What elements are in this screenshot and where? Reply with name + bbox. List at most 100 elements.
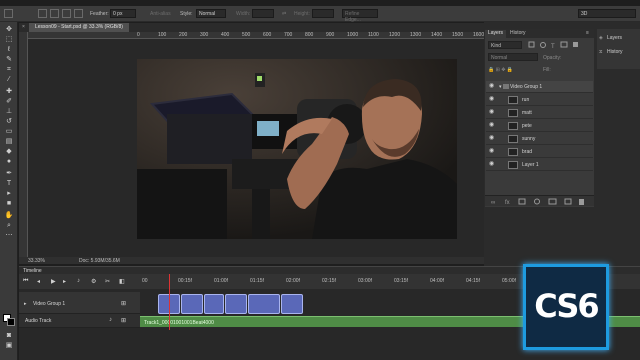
- gradient-tool-icon[interactable]: ▤: [4, 138, 14, 146]
- ruler-tick-label: 300: [200, 32, 209, 38]
- quick-mask-icon[interactable]: ◙: [4, 332, 14, 340]
- layer-row[interactable]: ◉ Layer 1: [486, 159, 593, 171]
- render-settings-icon[interactable]: ⚙: [91, 278, 96, 285]
- timeline-time-label: 00:15f: [178, 278, 192, 284]
- more-tools-icon[interactable]: ⋯: [4, 232, 14, 240]
- healing-brush-tool-icon[interactable]: ✚: [4, 88, 14, 96]
- workspace-select[interactable]: 3D: [578, 9, 636, 18]
- visibility-eye-icon[interactable]: ◉: [489, 122, 495, 128]
- video-clip[interactable]: [204, 294, 224, 314]
- zoom-level[interactable]: 33.33%: [28, 258, 45, 264]
- marquee-tool-icon[interactable]: [4, 9, 13, 18]
- playhead[interactable]: [169, 274, 170, 330]
- layers-panel-button[interactable]: ◈ Layers: [599, 35, 639, 46]
- subtract-selection-icon[interactable]: [62, 9, 71, 18]
- fill-label: Fill:: [543, 67, 551, 73]
- style-select[interactable]: Normal: [196, 9, 226, 18]
- ruler-tick-label: 200: [179, 32, 188, 38]
- clone-stamp-tool-icon[interactable]: ⊥: [4, 108, 14, 116]
- blur-tool-icon[interactable]: ◆: [4, 148, 14, 156]
- ruler-tick-label: 1100: [368, 32, 379, 38]
- split-clip-icon[interactable]: ✂: [105, 278, 110, 285]
- anti-alias-checkbox[interactable]: Anti-alias: [150, 11, 171, 17]
- svg-text:∞: ∞: [491, 200, 495, 206]
- tab-layers[interactable]: Layers: [485, 30, 507, 38]
- audio-track-header[interactable]: Audio Track ♪ ⊞: [19, 314, 140, 328]
- new-selection-icon[interactable]: [38, 9, 47, 18]
- lock-icons[interactable]: 🔒 ⊞ ✥ 🔒: [488, 67, 513, 73]
- video-clip[interactable]: [225, 294, 247, 314]
- dodge-tool-icon[interactable]: ●: [4, 158, 14, 166]
- pen-tool-icon[interactable]: ✒: [4, 170, 14, 178]
- filter-kind-select[interactable]: Kind: [488, 41, 522, 49]
- audio-options-icon[interactable]: ⊞: [121, 317, 126, 324]
- rectangle-tool-icon[interactable]: ■: [4, 200, 14, 208]
- layer-row[interactable]: ◉ matt: [486, 107, 593, 119]
- video-clip[interactable]: [281, 294, 303, 314]
- history-brush-tool-icon[interactable]: ↺: [4, 118, 14, 126]
- eyedropper-tool-icon[interactable]: ⁄: [4, 76, 14, 84]
- layer-row[interactable]: ◉ pete: [486, 120, 593, 132]
- collapsed-panels: ◈ Layers ⧖ History: [597, 29, 640, 69]
- ruler-tick-label: 500: [242, 32, 251, 38]
- refine-edge-button[interactable]: Refine Edge...: [342, 9, 378, 23]
- audio-icon[interactable]: ♪: [77, 278, 80, 284]
- tab-history[interactable]: History: [507, 30, 529, 38]
- visibility-eye-icon[interactable]: ◉: [489, 83, 495, 89]
- history-panel-button[interactable]: ⧖ History: [599, 49, 639, 60]
- visibility-eye-icon[interactable]: ◉: [489, 109, 495, 115]
- feather-input[interactable]: 0 px: [110, 9, 136, 18]
- layer-thumbnail: [508, 96, 518, 104]
- close-tab-icon[interactable]: ×: [22, 24, 25, 30]
- next-frame-icon[interactable]: ▸: [63, 278, 66, 285]
- width-input[interactable]: [252, 9, 274, 18]
- folder-icon: [503, 84, 509, 89]
- layer-row[interactable]: ◉ sunny: [486, 133, 593, 145]
- move-tool-icon[interactable]: ✥: [4, 26, 14, 34]
- intersect-selection-icon[interactable]: [74, 9, 83, 18]
- ruler-tick-label: 800: [305, 32, 314, 38]
- document-image[interactable]: [137, 59, 457, 239]
- filter-type-icons[interactable]: T: [525, 41, 591, 50]
- swap-icon[interactable]: ⇄: [282, 11, 286, 17]
- blend-mode-select[interactable]: Normal: [488, 53, 538, 61]
- ruler-tick-label: 900: [326, 32, 335, 38]
- visibility-eye-icon[interactable]: ◉: [489, 148, 495, 154]
- go-to-first-frame-icon[interactable]: ⏮: [23, 278, 28, 285]
- visibility-eye-icon[interactable]: ◉: [489, 96, 495, 102]
- layer-group-row[interactable]: ◉ ▾ Video Group 1: [486, 81, 593, 93]
- background-color-swatch[interactable]: [7, 318, 15, 326]
- zoom-tool-icon[interactable]: ⌕: [4, 222, 14, 230]
- transition-icon[interactable]: ◧: [119, 278, 125, 285]
- doc-size-info[interactable]: Doc: 5.93M/35.6M: [79, 258, 120, 264]
- type-tool-icon[interactable]: T: [4, 180, 14, 188]
- height-input[interactable]: [312, 9, 334, 18]
- group-expand-icon[interactable]: ▾: [499, 84, 502, 90]
- track-expand-icon[interactable]: ▸: [24, 301, 27, 307]
- play-icon[interactable]: ▶: [51, 278, 56, 285]
- lasso-tool-icon[interactable]: ℓ: [4, 46, 14, 54]
- crop-tool-icon[interactable]: ⌗: [4, 66, 14, 74]
- path-select-tool-icon[interactable]: ▸: [4, 190, 14, 198]
- video-track-header[interactable]: ▸ Video Group 1 ⊞: [19, 292, 140, 314]
- timeline-time-label: 04:00f: [430, 278, 444, 284]
- video-clip[interactable]: [248, 294, 280, 314]
- track-options-icon[interactable]: ⊞: [121, 300, 126, 307]
- mute-icon[interactable]: ♪: [109, 317, 112, 323]
- layer-row[interactable]: ◉ run: [486, 94, 593, 106]
- previous-frame-icon[interactable]: ◂: [37, 278, 40, 285]
- marquee-tool-icon[interactable]: ⬚: [4, 36, 14, 44]
- eraser-tool-icon[interactable]: ▭: [4, 128, 14, 136]
- brush-tool-icon[interactable]: ✐: [4, 98, 14, 106]
- panel-menu-icon[interactable]: ≡: [583, 30, 592, 38]
- visibility-eye-icon[interactable]: ◉: [489, 135, 495, 141]
- layer-row[interactable]: ◉ brad: [486, 146, 593, 158]
- add-selection-icon[interactable]: [50, 9, 59, 18]
- video-clip[interactable]: [181, 294, 203, 314]
- hand-tool-icon[interactable]: ✋: [4, 212, 14, 220]
- quick-select-tool-icon[interactable]: ✎: [4, 56, 14, 64]
- visibility-eye-icon[interactable]: ◉: [489, 161, 495, 167]
- screen-mode-icon[interactable]: ▣: [4, 342, 14, 350]
- document-tab[interactable]: Lesson09 - Start.psd @ 33.3% (RGB/8): [29, 23, 129, 32]
- layer-name: Layer 1: [522, 162, 539, 168]
